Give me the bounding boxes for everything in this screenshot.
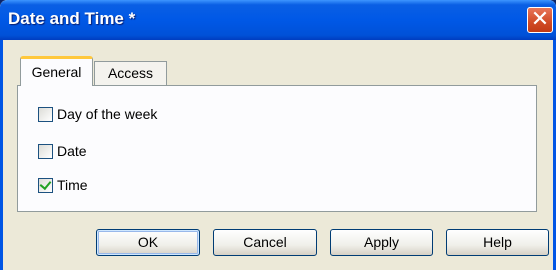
date-label[interactable]: Date (57, 143, 87, 159)
window-left-border (0, 40, 3, 270)
tab-general-label: General (31, 64, 82, 80)
tab-general[interactable]: General (20, 56, 93, 86)
day-of-week-label[interactable]: Day of the week (57, 106, 157, 122)
window-title: Date and Time * (8, 9, 136, 28)
cancel-button[interactable]: Cancel (213, 229, 317, 256)
dialog-window: Date and Time * ✕ General Access Day of … (0, 0, 556, 270)
apply-button[interactable]: Apply (330, 229, 433, 256)
help-button[interactable]: Help (446, 229, 549, 256)
ok-button[interactable]: OK (96, 229, 200, 256)
option-date[interactable]: Date (38, 141, 87, 161)
title-bar[interactable]: Date and Time * ✕ (0, 0, 556, 40)
time-label[interactable]: Time (57, 177, 88, 193)
day-of-week-checkbox[interactable] (38, 106, 53, 122)
time-checkbox[interactable] (38, 177, 53, 193)
close-button[interactable]: ✕ (527, 7, 553, 33)
tab-access[interactable]: Access (94, 61, 167, 86)
close-icon: ✕ (530, 7, 550, 32)
option-time[interactable]: Time (38, 175, 88, 195)
date-checkbox[interactable] (38, 143, 53, 159)
option-day-of-week[interactable]: Day of the week (38, 104, 157, 124)
tab-access-label: Access (107, 65, 154, 81)
